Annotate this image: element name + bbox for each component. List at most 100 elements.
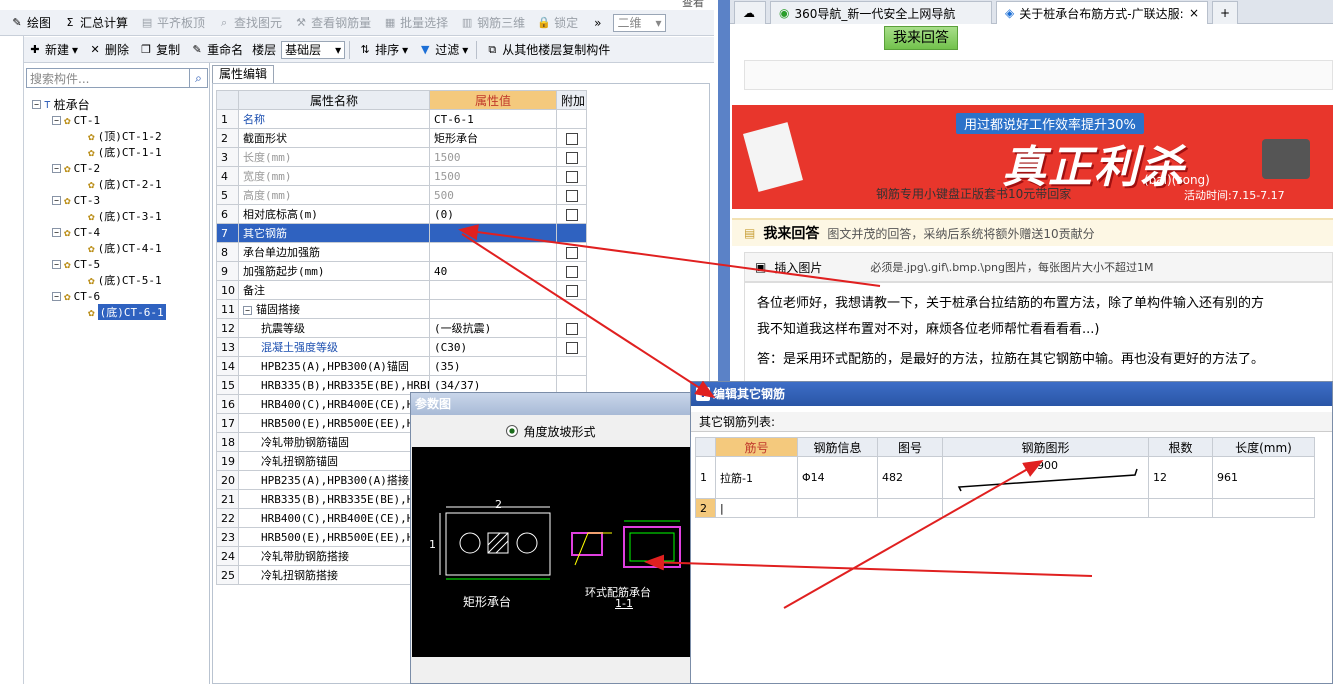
extra-checkbox[interactable] xyxy=(565,170,578,183)
property-value[interactable]: (一级抗震) xyxy=(429,318,557,338)
view-mode-combo[interactable]: 二维 ▾ xyxy=(613,13,666,32)
bar-shape-cell[interactable]: 900 xyxy=(942,456,1149,499)
history-button[interactable]: ☁ xyxy=(734,1,766,24)
length-cell[interactable]: 961 xyxy=(1212,456,1315,499)
property-row[interactable]: 5 高度(mm) 500 xyxy=(216,185,587,205)
collapse-icon[interactable]: − xyxy=(52,163,61,173)
browser-tab-glodon[interactable]: ◈ 关于桩承台布筋方式-广联达服: × xyxy=(996,1,1208,24)
toolbar-overflow[interactable]: » xyxy=(594,16,601,30)
extra-checkbox[interactable] xyxy=(565,265,578,278)
collapse-icon[interactable]: − xyxy=(52,291,61,301)
answer-editor[interactable]: 各位老师好，我想请教一下，关于桩承台拉结筋的布置方法，除了单构件输入还有别的方 … xyxy=(744,282,1333,382)
browser-tab-360[interactable]: ◉ 360导航_新一代安全上网导航 xyxy=(770,1,992,24)
property-row[interactable]: 4 宽度(mm) 1500 xyxy=(216,166,587,186)
property-value[interactable]: 500 xyxy=(429,185,557,205)
collapse-icon[interactable]: − xyxy=(52,115,61,125)
collapse-icon[interactable]: − xyxy=(32,99,41,109)
copy-button[interactable]: ❐ 复制 xyxy=(135,39,184,61)
property-row[interactable]: 12 抗震等级 (一级抗震) xyxy=(216,318,587,338)
tree-leaf[interactable]: ✿ (底)CT-1-1 xyxy=(88,144,162,160)
search-icon[interactable]: ⌕ xyxy=(189,69,207,87)
property-row[interactable]: 1 名称 CT-6-1 xyxy=(216,109,587,129)
tree-node[interactable]: − ✿ CT-3 xyxy=(52,192,100,208)
property-row[interactable]: 9 加强筋起步(mm) 40 xyxy=(216,261,587,281)
property-value[interactable]: (0) xyxy=(429,204,557,224)
floor-combo[interactable]: 基础层 ▾ xyxy=(281,40,346,59)
extra-checkbox[interactable] xyxy=(565,151,578,164)
tree-node[interactable]: − ✿ CT-5 xyxy=(52,256,100,272)
property-value[interactable]: 矩形承台 xyxy=(429,128,557,148)
property-value[interactable]: 40 xyxy=(429,261,557,281)
filter-button[interactable]: ▼ 过滤 ▾ xyxy=(414,39,472,61)
extra-checkbox[interactable] xyxy=(565,322,578,335)
property-row[interactable]: 8 承台单边加强筋 xyxy=(216,242,587,262)
new-button[interactable]: ✚ 新建 ▾ xyxy=(24,39,82,61)
tree-node[interactable]: − ✿ CT-4 xyxy=(52,224,100,240)
tab-property-edit[interactable]: 属性编辑 xyxy=(212,65,274,83)
collapse-icon[interactable]: − xyxy=(243,306,252,315)
property-row[interactable]: 10 备注 xyxy=(216,280,587,300)
rebar-3d-button[interactable]: ▥ 钢筋三维 xyxy=(456,12,529,34)
new-tab-button[interactable]: + xyxy=(1212,1,1238,24)
figure-no-cell[interactable]: 482 xyxy=(877,456,943,499)
promo-banner[interactable]: 用过都说好工作效率提升30% 真正利杀 (bai)(song) 钢筋专用小键盘正… xyxy=(732,105,1333,209)
bar-number-cell[interactable]: | xyxy=(715,498,798,518)
find-element-button[interactable]: ⌕ 查找图元 xyxy=(213,12,286,34)
tree-leaf[interactable]: ✿ (底)CT-2-1 xyxy=(88,176,162,192)
property-row[interactable]: 11− 锚固搭接 xyxy=(216,299,587,319)
extra-checkbox[interactable] xyxy=(565,284,578,297)
tree-leaf[interactable]: ✿ (顶)CT-1-2 xyxy=(88,128,162,144)
bar-info-cell[interactable]: Φ14 xyxy=(797,456,878,499)
tree-node[interactable]: − ✿ CT-6 xyxy=(52,288,100,304)
batch-select-button[interactable]: ▦ 批量选择 xyxy=(379,12,452,34)
lock-button[interactable]: 🔒 锁定 xyxy=(533,12,582,34)
property-row[interactable]: 3 长度(mm) 1500 xyxy=(216,147,587,167)
extra-checkbox[interactable] xyxy=(565,246,578,259)
tree-leaf[interactable]: ✿ (底)CT-6-1 xyxy=(88,304,166,320)
picture-icon[interactable]: ▣ xyxy=(755,260,766,274)
property-value[interactable]: (35) xyxy=(429,356,557,376)
tree-root[interactable]: − ⊤ 桩承台 xyxy=(32,96,90,112)
collapse-icon[interactable]: − xyxy=(52,259,61,269)
tree-leaf[interactable]: ✿ (底)CT-5-1 xyxy=(88,272,162,288)
tree-leaf[interactable]: ✿ (底)CT-4-1 xyxy=(88,240,162,256)
count-cell[interactable]: 12 xyxy=(1148,456,1213,499)
view-rebar-button[interactable]: ⚒ 查看钢筋量 xyxy=(290,12,375,34)
property-value[interactable]: 1500 xyxy=(429,166,557,186)
sort-button[interactable]: ⇅ 排序 ▾ xyxy=(354,39,412,61)
property-value[interactable]: (C30) xyxy=(429,337,557,357)
extra-checkbox[interactable] xyxy=(565,208,578,221)
bar-number-cell[interactable]: 拉筋-1 xyxy=(715,456,798,499)
collapse-icon[interactable]: − xyxy=(52,227,61,237)
property-row[interactable]: 14 HPB235(A),HPB300(A)锚固 (35) xyxy=(216,356,587,376)
align-slab-button[interactable]: ▤ 平齐板顶 xyxy=(136,12,209,34)
rename-button[interactable]: ✎ 重命名 xyxy=(186,39,247,61)
property-value[interactable] xyxy=(429,280,557,300)
copy-from-floor-button[interactable]: ⧉ 从其他楼层复制构件 xyxy=(481,39,614,61)
property-value[interactable]: 1500 xyxy=(429,147,557,167)
property-row[interactable]: 13 混凝土强度等级 (C30) xyxy=(216,337,587,357)
table-row[interactable]: 2 | xyxy=(695,498,1315,518)
close-icon[interactable]: × xyxy=(1189,6,1199,20)
property-value[interactable] xyxy=(429,299,557,319)
property-row[interactable]: 6 相对底标高(m) (0) xyxy=(216,204,587,224)
property-value[interactable] xyxy=(429,223,557,243)
radio-icon[interactable] xyxy=(506,425,519,437)
radio-angle-slope[interactable]: 角度放坡形式 xyxy=(523,423,595,440)
tree-node[interactable]: − ✿ CT-1 xyxy=(52,112,100,128)
extra-checkbox[interactable] xyxy=(565,132,578,145)
table-row[interactable]: 1 拉筋-1 Φ14 482 900 12 961 xyxy=(695,456,1315,499)
extra-checkbox[interactable] xyxy=(565,341,578,354)
view-menu[interactable]: 查看 xyxy=(682,0,704,10)
property-row[interactable]: 7 其它钢筋 xyxy=(216,223,587,243)
insert-picture-button[interactable]: 插入图片 xyxy=(774,259,822,276)
answer-button[interactable]: 我来回答 xyxy=(884,26,958,50)
tree-node[interactable]: − ✿ CT-2 xyxy=(52,160,100,176)
delete-button[interactable]: ✕ 删除 xyxy=(84,39,133,61)
property-row[interactable]: 2 截面形状 矩形承台 xyxy=(216,128,587,148)
tree-leaf[interactable]: ✿ (底)CT-3-1 xyxy=(88,208,162,224)
draw-button[interactable]: ✎ 绘图 xyxy=(6,12,55,34)
summary-calc-button[interactable]: Σ 汇总计算 xyxy=(59,12,132,34)
search-input[interactable]: 搜索构件... ⌕ xyxy=(26,68,208,88)
property-value[interactable] xyxy=(429,242,557,262)
